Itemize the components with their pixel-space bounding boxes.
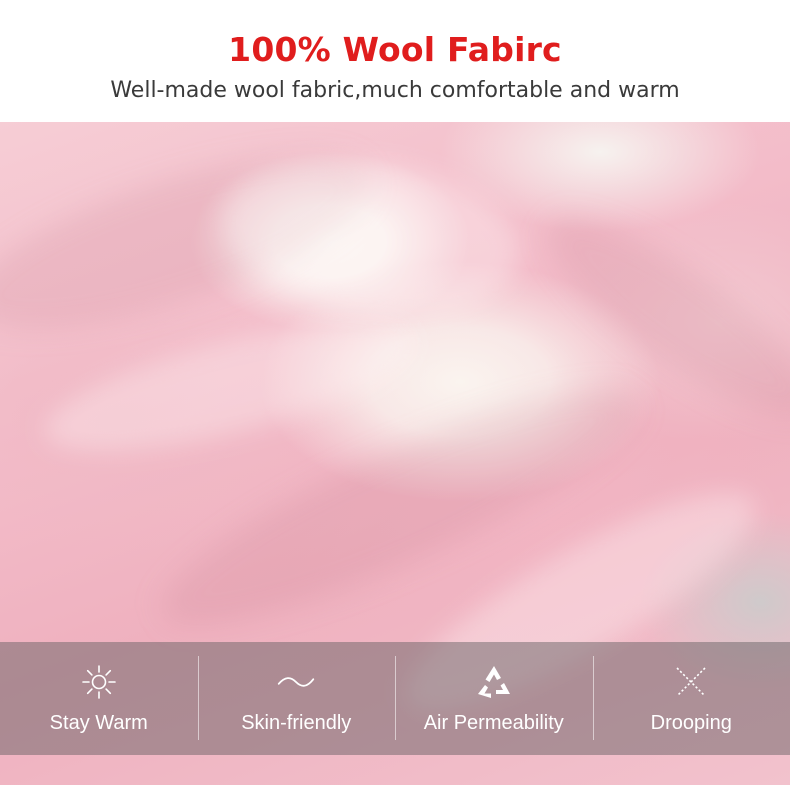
cross-icon [671, 662, 711, 702]
feature-label: Stay Warm [49, 712, 148, 734]
feature-label: Skin-friendly [241, 712, 352, 734]
recycle-icon [474, 662, 514, 702]
feature-air-permeability: Air Permeability [395, 642, 593, 755]
fabric-fold-highlight [34, 297, 426, 477]
sun-icon [79, 662, 119, 702]
page-title: 100% Wool Fabirc [228, 30, 562, 69]
wave-icon [276, 662, 316, 702]
header: 100% Wool Fabirc Well-made wool fabric,m… [0, 0, 790, 122]
features-bar: Stay Warm Skin-friendly Air Permeability… [0, 642, 790, 755]
feature-skin-friendly: Skin-friendly [197, 642, 396, 755]
feature-stay-warm: Stay Warm [0, 642, 198, 755]
product-banner: 100% Wool Fabirc Well-made wool fabric,m… [0, 0, 790, 785]
feature-drooping: Drooping [592, 642, 790, 755]
feature-label: Air Permeability [423, 712, 564, 734]
page-subtitle: Well-made wool fabric,much comfortable a… [110, 78, 680, 103]
feature-label: Drooping [650, 712, 732, 734]
